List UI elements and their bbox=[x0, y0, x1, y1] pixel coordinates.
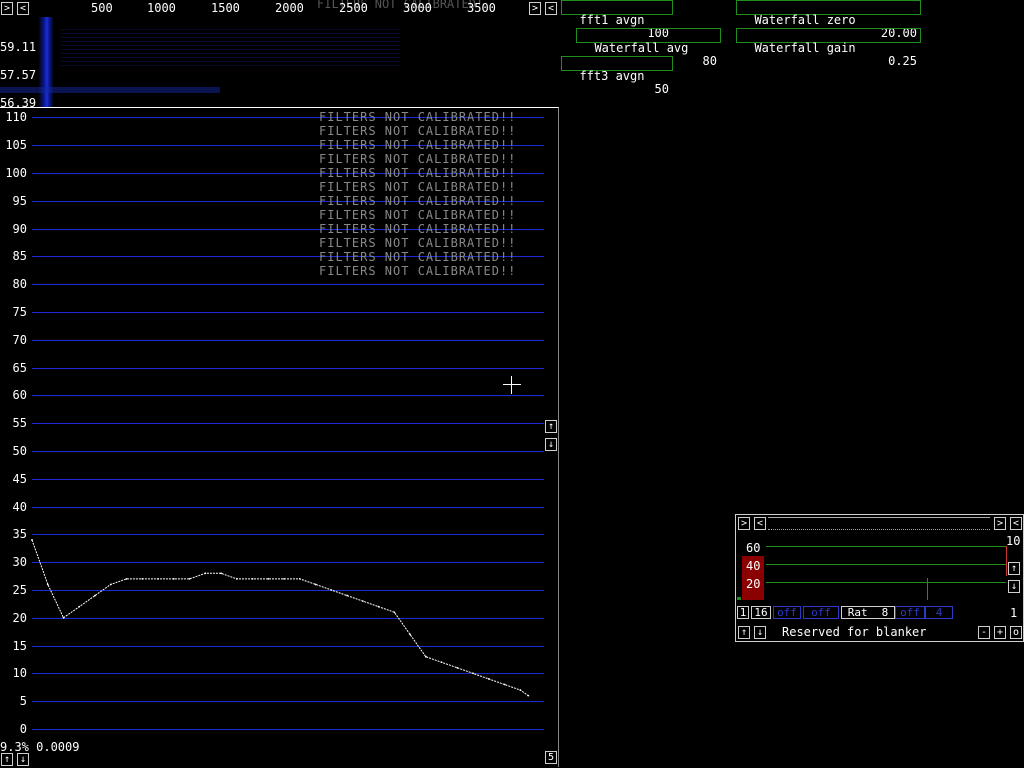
blanker-cell[interactable]: 1 bbox=[737, 606, 749, 619]
spectrum-point bbox=[472, 672, 475, 675]
waterfall-avg-label: Waterfall avg bbox=[594, 41, 689, 55]
blanker-level-label: 20 bbox=[746, 577, 761, 591]
waterfall-avg-value: 80 bbox=[702, 54, 717, 68]
waterfall-avg-box[interactable]: Waterfall avg 80 bbox=[576, 28, 721, 68]
fft1-avgn-label: fft1 avgn bbox=[579, 13, 645, 27]
spectrum-point bbox=[283, 577, 285, 580]
spectrum-point bbox=[330, 589, 333, 591]
spectrum-trace bbox=[31, 539, 530, 697]
blanker-left-button-2[interactable]: < bbox=[1010, 517, 1022, 530]
spectrum-point bbox=[78, 605, 81, 608]
blanker-cell-value: 1 bbox=[739, 606, 747, 619]
blanker-cell-value: Rat bbox=[847, 606, 868, 619]
spectrum-point bbox=[109, 583, 112, 586]
fft3-avgn-box[interactable]: fft3 avgn 50 bbox=[561, 56, 673, 96]
blanker-panel bbox=[735, 514, 1024, 642]
waterfall-gain-value: 0.25 bbox=[888, 54, 917, 68]
spectrum-point bbox=[503, 683, 506, 686]
spectrum-point bbox=[361, 600, 364, 603]
blanker-right-button-2[interactable]: > bbox=[994, 517, 1006, 530]
blanker-reserved-label: Reserved for blanker bbox=[782, 625, 927, 639]
spectrum-point bbox=[424, 655, 427, 658]
blanker-right-button[interactable]: > bbox=[738, 517, 750, 530]
spectrum-point bbox=[314, 583, 317, 586]
spectrum-point bbox=[393, 611, 396, 614]
spectrum-point bbox=[409, 633, 411, 636]
spectrum-point bbox=[235, 577, 238, 580]
blanker-marker-right bbox=[1006, 546, 1007, 576]
corner-button[interactable]: 5 bbox=[545, 751, 557, 764]
blanker-cell-value: off bbox=[811, 606, 831, 619]
waterfall-zero-box[interactable]: Waterfall zero 20.00 bbox=[736, 0, 921, 40]
waterfall-gain-box[interactable]: Waterfall gain 0.25 bbox=[736, 28, 921, 68]
blanker-scale-top: 10 bbox=[1006, 534, 1021, 548]
blanker-plus-button[interactable]: + bbox=[994, 626, 1006, 639]
scroll-up-button[interactable]: ↑ bbox=[545, 420, 557, 433]
spectrum-point bbox=[62, 616, 65, 619]
blanker-minus-button[interactable]: - bbox=[978, 626, 990, 639]
blanker-level-line bbox=[766, 582, 1006, 583]
spectrum-point bbox=[31, 539, 33, 541]
blanker-cell-value: off bbox=[900, 606, 920, 619]
blanker-cell[interactable]: Rat 8 bbox=[841, 606, 895, 619]
bottom-down-button[interactable]: ↓ bbox=[17, 753, 29, 766]
status-readout: 9.3% 0.0009 bbox=[0, 740, 80, 754]
spectrum-point bbox=[298, 577, 301, 580]
spectrum-point bbox=[94, 594, 96, 597]
spectrum-point bbox=[267, 577, 270, 580]
blanker-cell[interactable]: off bbox=[773, 606, 801, 619]
fft3-avgn-label: fft3 avgn bbox=[579, 69, 645, 83]
waterfall-zero-label: Waterfall zero bbox=[754, 13, 856, 27]
blanker-cell-value: off bbox=[777, 606, 797, 619]
spectrum-point bbox=[487, 678, 490, 680]
spectrum-point bbox=[204, 572, 207, 575]
spectrum-point bbox=[172, 577, 175, 580]
blanker-level-line bbox=[766, 546, 1006, 547]
spectrum-point bbox=[251, 577, 254, 580]
blanker-ruler bbox=[768, 517, 990, 530]
blanker-cell[interactable]: off bbox=[803, 606, 839, 619]
blanker-cell[interactable]: 4 bbox=[925, 606, 953, 619]
blanker-cell-value: 4 bbox=[935, 606, 943, 619]
spectrum-point bbox=[456, 666, 459, 669]
blanker-left-button[interactable]: < bbox=[754, 517, 766, 530]
blanker-level-label: 60 bbox=[746, 541, 761, 555]
waterfall-gain-label: Waterfall gain bbox=[754, 41, 856, 55]
spectrum-point bbox=[377, 605, 380, 608]
blanker-marker bbox=[927, 578, 928, 600]
scroll-down-button[interactable]: ↓ bbox=[545, 438, 557, 451]
spectrum-point bbox=[440, 661, 443, 664]
spectrum-point bbox=[527, 694, 530, 697]
spectrum-line bbox=[31, 539, 529, 697]
blanker-bottom-up-button[interactable]: ↑ bbox=[738, 626, 750, 639]
blanker-level-line bbox=[766, 564, 1006, 565]
spectrum-point bbox=[220, 572, 222, 575]
blanker-cell-value: 8 bbox=[881, 606, 889, 619]
blanker-right-number: 1 bbox=[1010, 606, 1018, 620]
crosshair-cursor-icon bbox=[503, 376, 521, 394]
blanker-cell-value: 16 bbox=[754, 606, 768, 619]
spectrum-point bbox=[519, 689, 522, 691]
blanker-up-button[interactable]: ↑ bbox=[1008, 562, 1020, 575]
blanker-cell[interactable]: 16 bbox=[751, 606, 771, 619]
spectrum-point bbox=[125, 577, 128, 580]
spectrum-point bbox=[188, 577, 191, 580]
spectrum-point bbox=[46, 583, 49, 586]
spectrum-point bbox=[346, 594, 348, 597]
blanker-mini-indicator bbox=[737, 597, 741, 600]
spectrum-point bbox=[141, 577, 144, 580]
bottom-up-button[interactable]: ↑ bbox=[1, 753, 13, 766]
blanker-zero-button[interactable]: o bbox=[1010, 626, 1022, 639]
spectrum-point bbox=[157, 577, 159, 580]
blanker-level-label: 40 bbox=[746, 559, 761, 573]
blanker-bottom-down-button[interactable]: ↓ bbox=[754, 626, 766, 639]
blanker-cell[interactable]: off bbox=[895, 606, 925, 619]
blanker-down-button[interactable]: ↓ bbox=[1008, 580, 1020, 593]
fft1-avgn-box[interactable]: fft1 avgn 100 bbox=[561, 0, 673, 40]
fft3-avgn-value: 50 bbox=[654, 82, 669, 96]
